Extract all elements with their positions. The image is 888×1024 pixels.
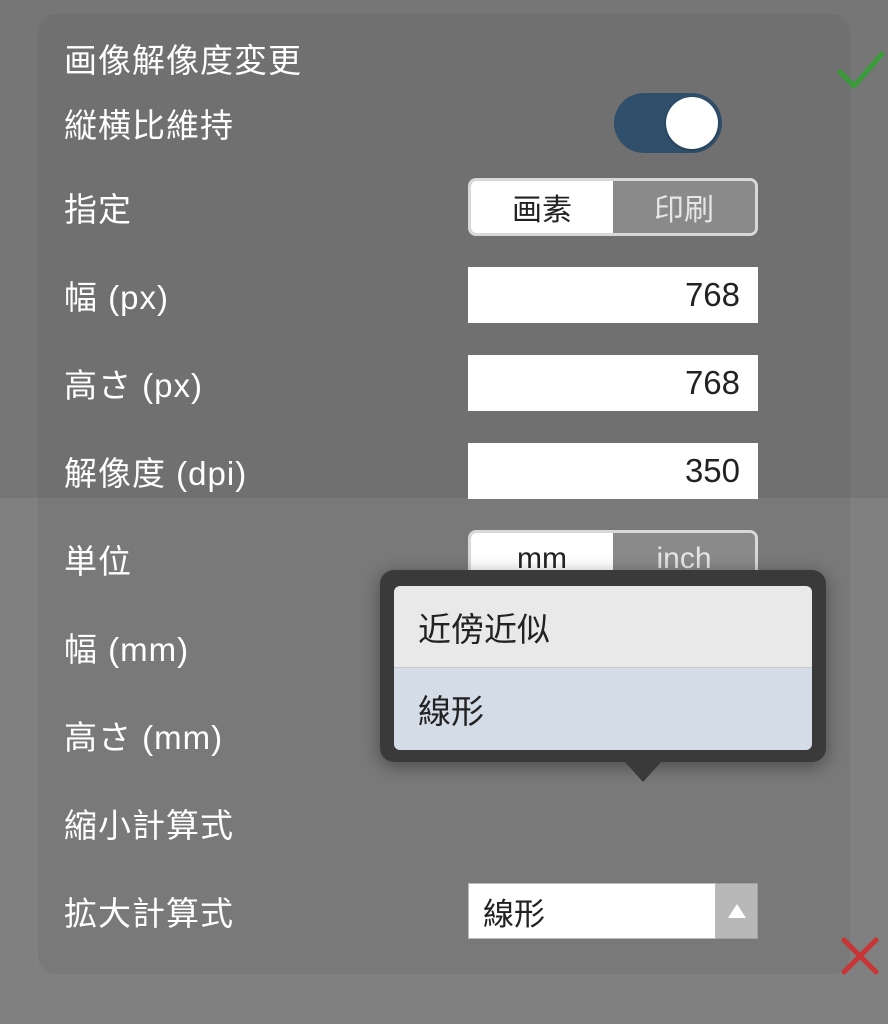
panel-title: 画像解像度変更 xyxy=(64,34,302,82)
height-px-input[interactable] xyxy=(468,355,758,411)
mode-segmented: 画素 印刷 xyxy=(468,178,758,236)
close-x-icon[interactable] xyxy=(836,932,888,988)
toggle-knob xyxy=(666,97,718,149)
mode-option-pixels[interactable]: 画素 xyxy=(471,181,613,233)
aspect-ratio-label: 縦横比維持 xyxy=(64,99,234,147)
dropdown-option-nearest[interactable]: 近傍近似 xyxy=(394,586,812,668)
algorithm-dropdown-popup: 近傍近似 線形 xyxy=(380,570,826,782)
expand-algorithm-value: 線形 xyxy=(468,883,716,939)
dropdown-option-linear[interactable]: 線形 xyxy=(394,668,812,750)
expand-algorithm-label: 拡大計算式 xyxy=(64,887,234,935)
aspect-ratio-toggle[interactable] xyxy=(614,93,722,153)
height-px-label: 高さ (px) xyxy=(64,359,203,407)
mode-option-print[interactable]: 印刷 xyxy=(613,181,755,233)
confirm-check-icon[interactable] xyxy=(832,42,888,98)
popup-tail xyxy=(625,762,661,782)
resolution-label: 解像度 (dpi) xyxy=(64,447,247,495)
resolution-input[interactable] xyxy=(468,443,758,499)
unit-label: 単位 xyxy=(64,535,132,583)
resolution-settings-panel: 画像解像度変更 縦横比維持 指定 画素 印刷 幅 (px) 高さ (px) xyxy=(38,14,850,974)
height-mm-label: 高さ (mm) xyxy=(64,711,223,759)
shrink-algorithm-label: 縮小計算式 xyxy=(64,799,234,847)
width-px-input[interactable] xyxy=(468,267,758,323)
width-px-label: 幅 (px) xyxy=(64,271,169,319)
dropdown-arrow-icon xyxy=(716,883,758,939)
mode-label: 指定 xyxy=(64,183,132,231)
expand-algorithm-select[interactable]: 線形 xyxy=(468,883,758,939)
width-mm-label: 幅 (mm) xyxy=(64,623,189,671)
